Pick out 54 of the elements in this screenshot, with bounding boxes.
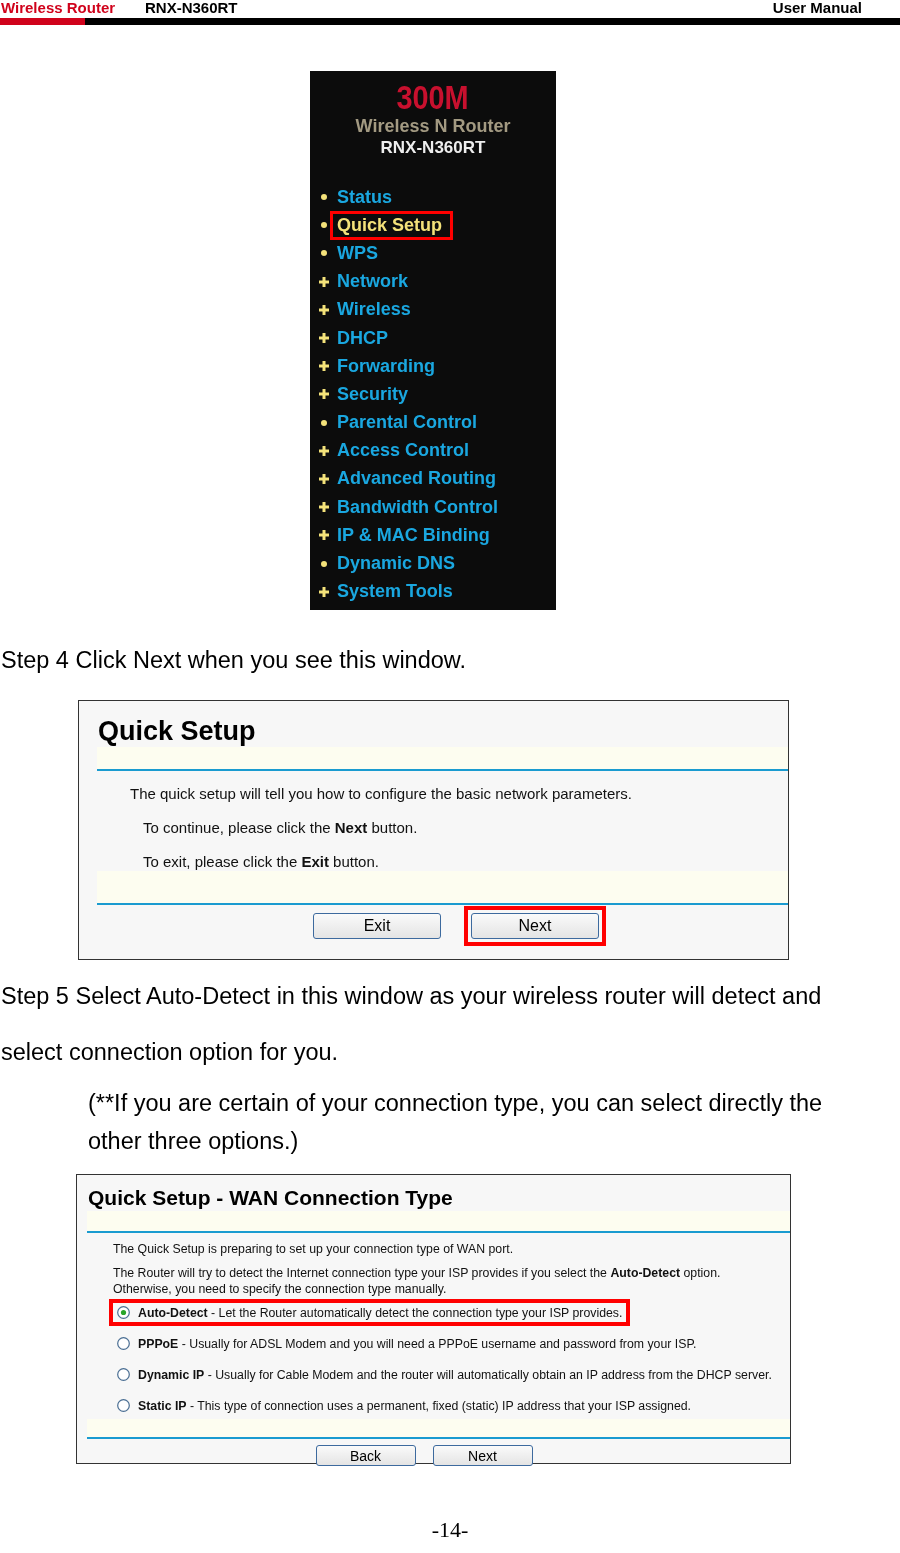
info-text: The Router will try to detect the Internet connection type your ISP provides if you select the Auto-Detect option. Otherwise, you need to specify the connection type manually. [113, 1265, 722, 1297]
radio-button[interactable] [117, 1306, 130, 1319]
menu-item[interactable]: DHCP [330, 323, 399, 353]
header-title: User Manual [772, 0, 863, 16]
window-title: Quick Setup [98, 715, 257, 747]
radio-button[interactable] [117, 1337, 130, 1350]
back-button[interactable]: Back [315, 1445, 416, 1466]
plus-icon [318, 303, 330, 316]
window-title: Quick Setup - WAN Connection Type [88, 1185, 454, 1211]
note-text: (**If you are certain of your connection type, you can select directly the other three options.) [88, 1089, 824, 1156]
next-button[interactable]: Next [432, 1445, 533, 1466]
next-button[interactable]: Next [471, 913, 599, 939]
plus-icon [318, 472, 330, 485]
plus-icon [318, 444, 330, 457]
header-brand: Wireless Router [0, 0, 117, 16]
menu-item[interactable]: Bandwidth Control [330, 492, 509, 522]
instruction-text: To continue, please click the Next button. [143, 819, 419, 837]
radio-button[interactable] [117, 1399, 130, 1412]
plus-icon [318, 332, 330, 345]
menu-item[interactable]: Access Control [330, 436, 481, 466]
menu-item[interactable]: Quick Setup [330, 210, 454, 240]
logo-subtitle: Wireless N Router [355, 115, 511, 137]
step-instruction: Step 4 Click Next when you see this window. [1, 647, 467, 673]
menu-item[interactable]: WPS [330, 238, 389, 268]
menu-item[interactable]: Parental Control [330, 408, 489, 438]
menu-item[interactable]: IP & MAC Binding [330, 520, 501, 550]
plus-icon [318, 585, 330, 598]
plus-icon [318, 388, 330, 401]
plus-icon [318, 501, 330, 514]
menu-item[interactable]: Status [330, 182, 403, 212]
menu-item[interactable]: Advanced Routing [330, 464, 507, 494]
option-label: Dynamic IP - Usually for Cable Modem and the router will automatically obtain an IP address from the DHCP server. [138, 1366, 772, 1383]
menu-item[interactable]: Network [330, 267, 419, 297]
option-label: Auto-Detect - Let the Router automatically detect the connection type your ISP provides. [138, 1304, 623, 1321]
step-instruction: Step 5 Select Auto-Detect in this window as your wireless router will detect and select connection option for you. [1, 982, 823, 1067]
menu-item[interactable]: System Tools [330, 577, 464, 607]
menu-item[interactable]: Wireless [330, 295, 422, 325]
intro-text: The Quick Setup is preparing to set up your connection type of WAN port. [113, 1241, 515, 1257]
plus-icon [318, 360, 330, 373]
page-number: -14- [430, 1518, 470, 1542]
intro-text: The quick setup will tell you how to configure the basic network parameters. [130, 785, 633, 803]
instruction-text: To exit, please click the Exit button. [143, 853, 380, 871]
plus-icon [318, 529, 330, 542]
menu-item[interactable]: Dynamic DNS [330, 549, 467, 579]
header-model: RNX-N360RT [144, 0, 239, 16]
radio-button[interactable] [117, 1368, 130, 1381]
logo-speed: 300M [396, 79, 470, 115]
option-label: Static IP - This type of connection uses a permanent, fixed (static) IP address that your ISP assigned. [138, 1397, 691, 1414]
menu-item[interactable]: Security [330, 379, 420, 409]
exit-button[interactable]: Exit [313, 913, 441, 939]
menu-item[interactable]: Forwarding [330, 351, 446, 381]
logo-model: RNX-N360RT [380, 137, 486, 159]
option-label: PPPoE - Usually for ADSL Modem and you will need a PPPoE username and password from your ISP. [138, 1335, 697, 1352]
plus-icon [318, 275, 330, 288]
